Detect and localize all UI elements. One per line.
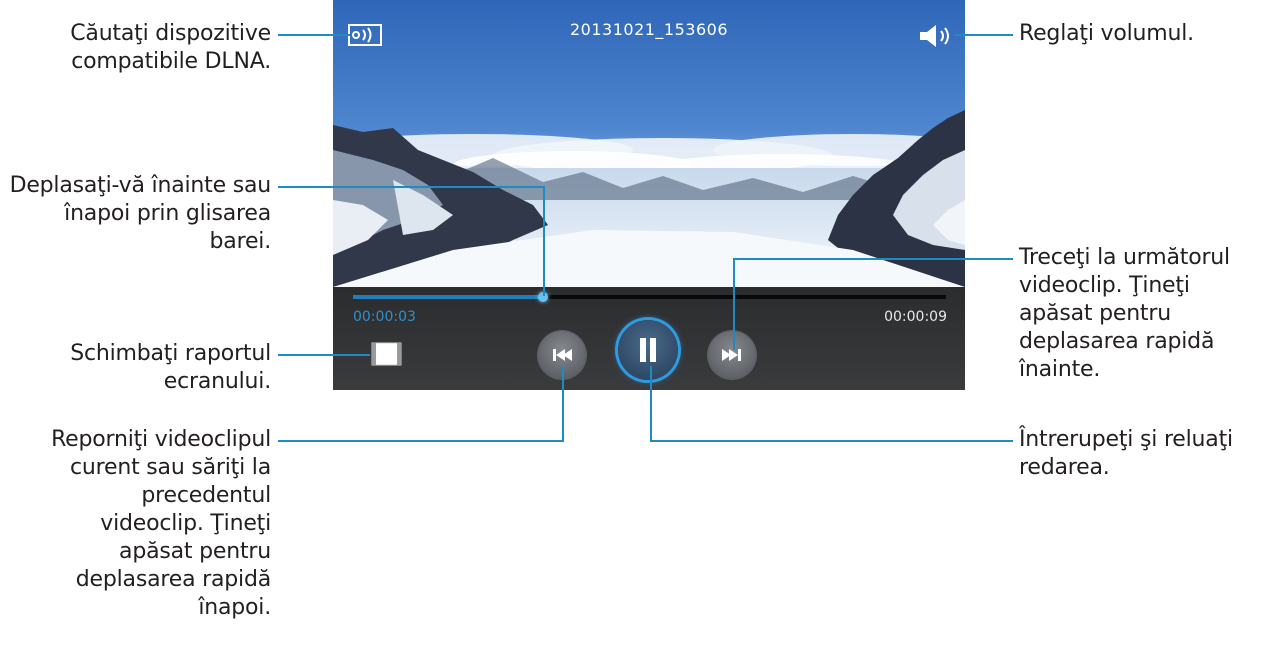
- callout-pause: Întrerupeţi şi reluaţi redarea.: [1019, 426, 1233, 482]
- video-title: 20131021_153606: [569, 20, 728, 39]
- next-leader-drop: [733, 258, 735, 350]
- speaker-icon[interactable]: [918, 24, 958, 48]
- callout-next: Treceţi la următorul videoclip. Ţineţi a…: [1019, 244, 1230, 384]
- callout-line: compatibile DLNA.: [71, 49, 271, 74]
- callout-line: videoclip. Ţineţi: [1019, 273, 1190, 298]
- callout-line: apăsat pentru: [119, 539, 271, 564]
- callout-line: redarea.: [1019, 455, 1110, 480]
- pause-leader-rise: [650, 366, 652, 442]
- callout-line: barei.: [209, 229, 272, 254]
- progress-bar[interactable]: [353, 292, 946, 302]
- callout-line: înainte.: [1019, 357, 1101, 382]
- callout-line: ecranului.: [163, 369, 271, 394]
- total-time: 00:00:09: [884, 309, 947, 325]
- control-bar: 00:00:03 00:00:09: [333, 287, 965, 390]
- skip-next-icon[interactable]: [708, 331, 756, 379]
- callout-seek: Deplasaţi-vă înainte sau înapoi prin gli…: [9, 172, 272, 256]
- callout-dlna: Căutaţi dispozitive compatibile DLNA.: [70, 20, 271, 76]
- callout-ratio: Schimbaţi raportul ecranului.: [70, 340, 271, 396]
- callout-line: Deplasaţi-vă înainte sau: [9, 173, 272, 198]
- callout-line: deplasarea rapidă: [1019, 329, 1215, 354]
- callout-line: Treceţi la următorul: [1019, 245, 1230, 270]
- callout-line: Reglaţi volumul.: [1019, 21, 1194, 46]
- progress-fill: [353, 295, 543, 299]
- callout-line: precedentul: [141, 483, 271, 508]
- prev-leader-rise: [562, 366, 564, 442]
- volume-leader-line: [955, 34, 1013, 36]
- callout-line: apăsat pentru: [1019, 301, 1171, 326]
- seek-leader-drop: [543, 186, 545, 296]
- elapsed-time: 00:00:03: [353, 309, 416, 325]
- aspect-ratio-icon[interactable]: [371, 342, 402, 366]
- prev-leader-line: [278, 440, 564, 442]
- callout-line: deplasarea rapidă: [75, 567, 271, 592]
- next-leader-line: [733, 258, 1013, 260]
- pause-icon[interactable]: [618, 320, 678, 380]
- dlna-leader-line: [278, 34, 350, 36]
- pause-leader-line: [650, 440, 1013, 442]
- callout-line: Reporniţi videoclipul: [51, 427, 271, 452]
- callout-line: curent sau săriţi la: [69, 455, 271, 480]
- callout-prev: Reporniţi videoclipul curent sau săriţi …: [51, 426, 271, 622]
- callout-line: videoclip. Ţineţi: [100, 511, 271, 536]
- callout-volume: Reglaţi volumul.: [1019, 20, 1194, 48]
- video-player: 20131021_153606 00:00:03 00:00:09: [333, 0, 965, 390]
- seek-leader-line: [278, 186, 544, 188]
- callout-line: Schimbaţi raportul: [70, 341, 271, 366]
- ratio-leader-line: [278, 354, 370, 356]
- top-bar: 20131021_153606: [333, 0, 965, 66]
- callout-line: Căutaţi dispozitive: [70, 21, 271, 46]
- callout-line: înapoi prin glisarea: [64, 201, 271, 226]
- callout-line: înapoi.: [198, 595, 271, 620]
- callout-line: Întrerupeţi şi reluaţi: [1019, 427, 1233, 452]
